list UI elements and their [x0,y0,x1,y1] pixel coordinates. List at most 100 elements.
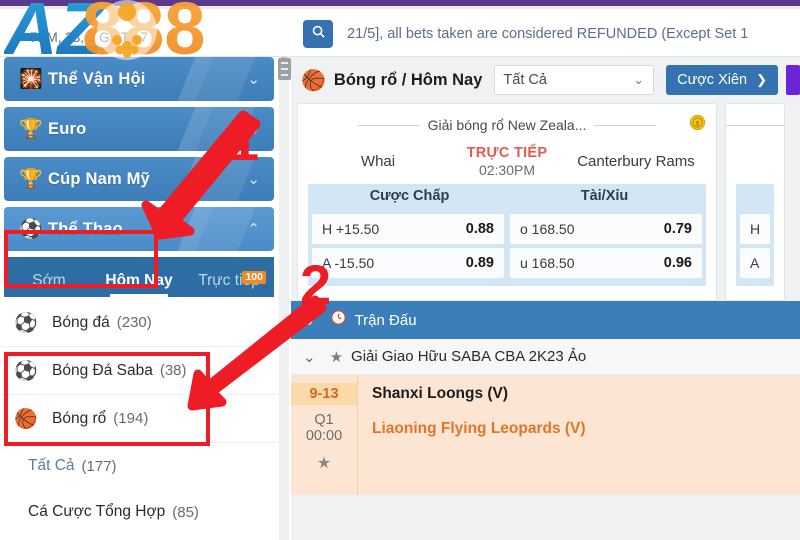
match-status-column: 9-13 Q1 00:00 ★ [291,375,357,495]
sports-ball-icon: ⚽ [19,219,43,240]
card-status-block: TRỰC TIẾP 02:30PM [448,145,566,178]
star-icon[interactable]: ★ [330,348,343,366]
tab-label: Sớm [32,272,66,289]
sport-label: Bóng rổ [52,409,107,427]
sidebar-item-bong-ro[interactable]: 🏀 Bóng rổ (194) [0,395,278,443]
sidebar-category-euro[interactable]: 🏆 Euro ⌄ [4,107,274,151]
odds-column-handicap: H +15.50 0.88 A -15.50 0.89 [312,214,504,282]
server-time-label: 7PM, 23, 2 GMT +7 [30,30,148,45]
match-period: Q1 [314,412,334,428]
torch-icon: 🎇 [19,69,43,90]
section-header-tran-dau[interactable]: ⌄ Trận Đấu [291,301,800,339]
tab-label: Hôm Nay [105,272,173,289]
search-icon [311,24,326,44]
odds-label: o 168.50 [520,221,575,237]
sidebar: 🎇 Thể Vận Hội ⌄ 🏆 Euro ⌄ 🏆 Cúp Nam Mỹ ⌄ … [0,57,278,540]
odds-value: 0.96 [663,255,692,271]
sport-count: (38) [159,362,187,379]
live-status-label: TRỰC TIẾP [466,144,548,161]
main-panel: 🏀 Bóng rổ / Hôm Nay Tất Cả ⌄ Cược Xiên ❯… [291,57,800,540]
search-button[interactable] [303,20,333,48]
parlay-button[interactable]: Cược Xiên ❯ [666,65,779,95]
away-team-name: Liaoning Flying Leopards (V) [372,420,586,437]
announcement-marquee: 21/5], all bets taken are considered REF… [347,26,749,42]
purple-side-panel-edge[interactable] [786,65,800,95]
football-clock-icon: ⚽ [14,312,38,334]
odds-cell[interactable]: H [740,214,771,244]
table-row[interactable]: 9-13 Q1 00:00 ★ Shanxi Loongs (V) Liaoni… [291,375,800,495]
odds-cell[interactable]: A [740,248,771,278]
sidebar-tabbar: Sớm Hôm Nay Trực tiếp 100 [4,257,274,297]
chevron-down-icon[interactable]: ⌄ [247,120,260,138]
chevron-up-icon[interactable]: ⌃ [247,220,260,238]
odds-header-row: Cược Chấp Tài/Xỉu [312,188,702,214]
chevron-down-icon[interactable]: ⌄ [247,70,260,88]
sidebar-category-the-van-hoi[interactable]: 🎇 Thể Vận Hội ⌄ [4,57,274,101]
match-card-partial[interactable]: H A [725,103,785,301]
sidebar-subitem-tat-ca[interactable]: Tất Cả (177) [0,443,278,489]
sidebar-category-cup-nam-my[interactable]: 🏆 Cúp Nam Mỹ ⌄ [4,157,274,201]
odds-table: Cược Chấp Tài/Xỉu H +15.50 0.88 A -15.50… [308,184,706,286]
topbar: 7PM, 23, 2 GMT +7 21/5], all bets taken … [0,9,800,57]
saba-football-icon: ⚽ [14,360,38,382]
match-time-label: 02:30PM [478,161,536,178]
sport-count: (230) [116,314,152,331]
coin-dollar-icon[interactable]: $ [689,114,706,136]
odds-header-row [740,188,770,214]
app-root: 7PM, 23, 2 GMT +7 21/5], all bets taken … [0,0,800,540]
odds-column-overunder: o 168.50 0.79 u 168.50 0.96 [510,214,702,282]
sport-label: Bóng Đá Saba [52,361,153,379]
chevron-down-icon[interactable]: ⌄ [247,170,260,188]
chevron-down-icon[interactable]: ⌄ [303,311,316,329]
odds-cell[interactable]: A -15.50 0.89 [312,248,504,278]
parlay-button-label: Cược Xiên [677,72,748,88]
sport-label: Bóng đá [52,313,110,331]
subitem-count: (177) [81,457,117,475]
card-league-name: Giải bóng rổ New Zeala... [427,117,587,133]
divider-left [357,124,420,126]
odds-value: 0.88 [465,221,494,237]
odds-cell[interactable]: H +15.50 0.88 [312,214,504,244]
scrollbar-handle-grip[interactable] [278,58,291,80]
match-card[interactable]: Giải bóng rổ New Zeala... $ Whai TRỰC TI… [297,103,717,301]
subitem-count: (85) [172,503,199,521]
league-header-row[interactable]: ⌄ ★ Giải Giao Hữu SABA CBA 2K23 Ảo [291,339,800,375]
tab-hom-nay[interactable]: Hôm Nay [94,272,184,297]
odds-cell[interactable]: o 168.50 0.79 [510,214,702,244]
divider-right [594,124,657,126]
subitem-label: Tất Cả [28,457,75,474]
star-icon[interactable]: ★ [291,453,357,473]
trophy-cup-icon: 🏆 [19,119,43,140]
sidebar-item-bong-da-saba[interactable]: ⚽ Bóng Đá Saba (38) [0,347,278,395]
gold-trophy-icon: 🏆 [19,169,43,190]
odds-value: 0.89 [465,255,494,271]
card-teams-row: Whai TRỰC TIẾP 02:30PM Canterbury Rams [308,138,706,184]
odds-cell[interactable]: u 168.50 0.96 [510,248,702,278]
basketball-clock-icon: 🏀 [14,408,38,430]
league-filter-select[interactable]: Tất Cả ⌄ [494,65,655,95]
league-title: Giải Giao Hữu SABA CBA 2K23 Ảo [351,348,587,365]
odds-label: A [750,255,760,271]
page-title: Bóng rổ / Hôm Nay [333,70,483,89]
odds-body: H +15.50 0.88 A -15.50 0.89 o 168.50 0.7… [312,214,702,282]
sidebar-subitem-ca-cuoc-tong-hop[interactable]: Cá Cược Tổng Hợp (85) [0,489,278,535]
sidebar-category-the-thao[interactable]: ⚽ Thể Thao ⌃ [4,207,274,251]
main-header: 🏀 Bóng rổ / Hôm Nay Tất Cả ⌄ Cược Xiên ❯ [291,57,800,103]
odds-body: H A [740,214,771,282]
odds-column: H A [740,214,771,282]
home-team-name: Shanxi Loongs (V) [372,385,509,402]
sidebar-item-bong-da[interactable]: ⚽ Bóng đá (230) [0,299,278,347]
sport-count: (194) [113,410,149,427]
card-teams-row [736,138,774,184]
svg-text:$: $ [696,120,700,127]
tab-som[interactable]: Sớm [4,272,94,297]
sidebar-scrollbar[interactable] [279,57,289,540]
home-team-name: Whai [360,152,396,170]
market-title-overunder: Tài/Xỉu [580,188,629,204]
card-league-row [726,112,784,138]
clock-icon [330,309,347,331]
chevron-right-icon: ❯ [756,72,768,87]
chevron-down-icon[interactable]: ⌄ [303,348,316,366]
league-filter-value: Tất Cả [503,72,547,88]
tab-truc-tiep[interactable]: Trực tiếp 100 [184,271,274,297]
